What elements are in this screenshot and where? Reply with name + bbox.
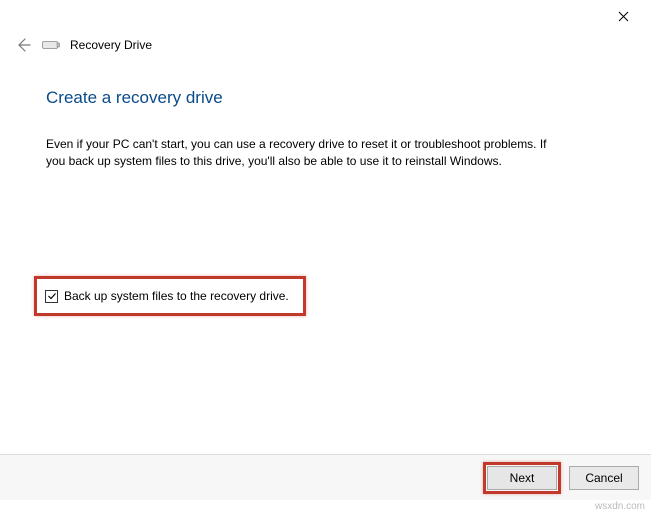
close-icon: [618, 11, 629, 22]
checkbox-highlight: Back up system files to the recovery dri…: [34, 276, 306, 316]
drive-icon: [42, 38, 60, 52]
page-heading: Create a recovery drive: [46, 88, 605, 108]
backup-checkbox[interactable]: [45, 290, 58, 303]
header-row: Recovery Drive: [0, 32, 651, 58]
footer-bar: Next Cancel: [0, 454, 651, 500]
back-button[interactable]: [14, 36, 32, 54]
cancel-button[interactable]: Cancel: [569, 466, 639, 490]
next-button-highlight: Next: [483, 462, 561, 494]
page-body-text: Even if your PC can't start, you can use…: [46, 136, 566, 171]
backup-checkbox-row[interactable]: Back up system files to the recovery dri…: [45, 289, 289, 303]
close-button[interactable]: [607, 2, 639, 30]
backup-checkbox-label: Back up system files to the recovery dri…: [64, 289, 289, 303]
content-area: Create a recovery drive Even if your PC …: [0, 58, 651, 171]
watermark: wsxdn.com: [595, 501, 645, 512]
title-bar: [0, 0, 651, 32]
check-icon: [47, 291, 57, 301]
window-title: Recovery Drive: [70, 38, 152, 52]
next-button[interactable]: Next: [487, 466, 557, 490]
back-arrow-icon: [15, 37, 31, 53]
